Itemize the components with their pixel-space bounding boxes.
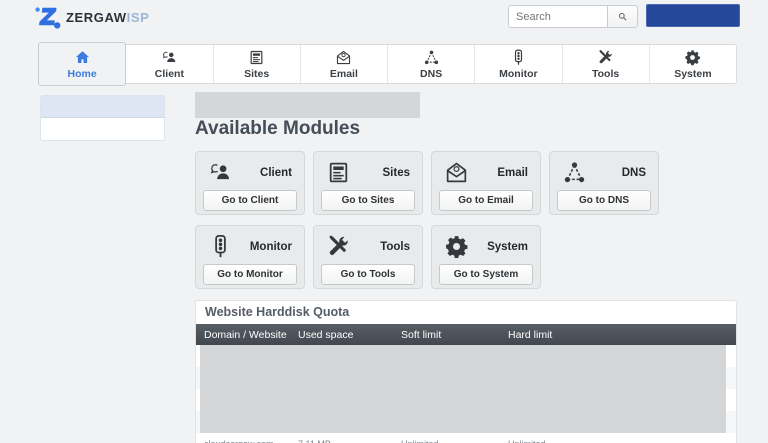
sidebar-menu	[40, 95, 165, 141]
redacted-table-rows	[200, 345, 726, 433]
module-card-dns: DNS Go to DNS	[549, 151, 659, 215]
panel-title: Website Harddisk Quota	[196, 301, 736, 324]
cell-soft-limit: Unlimited	[401, 439, 508, 443]
page-title: Available Modules	[195, 118, 360, 140]
logo-brand: ZERGAW	[66, 10, 127, 25]
go-to-tools-button[interactable]: Go to Tools	[321, 264, 415, 285]
sites-icon	[326, 160, 351, 185]
tab-label: Email	[330, 68, 358, 80]
monitor-icon	[208, 234, 233, 259]
breadcrumb-placeholder	[195, 92, 420, 118]
module-card-tools: Tools Go to Tools	[313, 225, 423, 289]
go-to-sites-button[interactable]: Go to Sites	[321, 190, 415, 211]
go-to-system-button[interactable]: Go to System	[439, 264, 533, 285]
search-input[interactable]	[508, 5, 607, 28]
tab-system[interactable]: System	[649, 45, 736, 83]
tab-dns[interactable]: DNS	[387, 45, 474, 83]
zergaw-logo[interactable]: ZERGAWISP	[34, 5, 149, 30]
tools-icon	[597, 49, 614, 66]
tab-label: Monitor	[499, 68, 538, 80]
client-icon	[161, 49, 178, 66]
logo-wordmark: ZERGAWISP	[66, 10, 149, 25]
cell-domain: cloudzergaw.com	[196, 439, 298, 443]
tools-icon	[326, 234, 351, 259]
module-card-client: Client Go to Client	[195, 151, 305, 215]
column-header-soft-limit: Soft limit	[401, 329, 508, 341]
module-card-email: Email Go to Email	[431, 151, 541, 215]
tab-client[interactable]: Client	[125, 45, 212, 83]
search-group	[508, 5, 638, 28]
tab-monitor[interactable]: Monitor	[474, 45, 561, 83]
go-to-email-button[interactable]: Go to Email	[439, 190, 533, 211]
go-to-monitor-button[interactable]: Go to Monitor	[203, 264, 297, 285]
tab-label: Home	[68, 68, 97, 80]
module-card-monitor: Monitor Go to Monitor	[195, 225, 305, 289]
column-header-used-space: Used space	[298, 329, 401, 341]
email-icon	[444, 160, 469, 185]
website-harddisk-quota-panel: Website Harddisk Quota Domain / Website …	[195, 300, 737, 443]
system-icon	[444, 234, 469, 259]
account-button[interactable]	[646, 4, 740, 27]
module-card-system: System Go to System	[431, 225, 541, 289]
dns-icon	[562, 160, 587, 185]
tab-tools[interactable]: Tools	[562, 45, 649, 83]
go-to-dns-button[interactable]: Go to DNS	[557, 190, 651, 211]
column-header-hard-limit: Hard limit	[508, 329, 736, 341]
main-nav: Home Client Sites Email DNS Monitor Tool…	[38, 44, 737, 84]
module-title: Sites	[383, 167, 411, 179]
tab-email[interactable]: Email	[300, 45, 387, 83]
sidebar-item[interactable]	[41, 118, 164, 140]
go-to-client-button[interactable]: Go to Client	[203, 190, 297, 211]
tab-label: Tools	[592, 68, 619, 80]
system-icon	[684, 49, 701, 66]
cell-hard-limit: Unlimited	[508, 439, 736, 443]
magnifier-icon	[617, 11, 628, 22]
logo-suffix: ISP	[127, 10, 150, 25]
tab-label: System	[674, 68, 711, 80]
module-title: System	[487, 241, 528, 253]
quota-table-body: cloudzergaw.com 7.11 MB Unlimited Unlimi…	[196, 345, 736, 443]
top-header: ZERGAWISP	[0, 0, 768, 36]
zergaw-z-icon	[34, 5, 61, 30]
module-title: DNS	[622, 167, 646, 179]
tab-label: Client	[155, 68, 184, 80]
home-icon	[74, 49, 91, 66]
sites-icon	[248, 49, 265, 66]
module-title: Email	[497, 167, 528, 179]
cell-used-space: 7.11 MB	[298, 439, 401, 443]
quota-table-header: Domain / Website Used space Soft limit H…	[196, 324, 736, 345]
tab-sites[interactable]: Sites	[213, 45, 300, 83]
module-card-sites: Sites Go to Sites	[313, 151, 423, 215]
column-header-domain: Domain / Website	[196, 329, 298, 341]
modules-row-2: Monitor Go to Monitor Tools Go to Tools …	[195, 225, 541, 289]
module-title: Tools	[380, 241, 410, 253]
table-row: cloudzergaw.com 7.11 MB Unlimited Unlimi…	[196, 433, 736, 443]
tab-label: DNS	[420, 68, 442, 80]
sidebar-item-selected[interactable]	[41, 96, 164, 118]
dns-icon	[423, 49, 440, 66]
email-icon	[335, 49, 352, 66]
modules-row-1: Client Go to Client Sites Go to Sites Em…	[195, 151, 659, 215]
client-icon	[208, 160, 233, 185]
monitor-icon	[510, 49, 527, 66]
tab-home[interactable]: Home	[38, 42, 126, 86]
module-title: Monitor	[250, 241, 292, 253]
tab-label: Sites	[244, 68, 269, 80]
module-title: Client	[260, 167, 292, 179]
search-button[interactable]	[607, 5, 638, 28]
